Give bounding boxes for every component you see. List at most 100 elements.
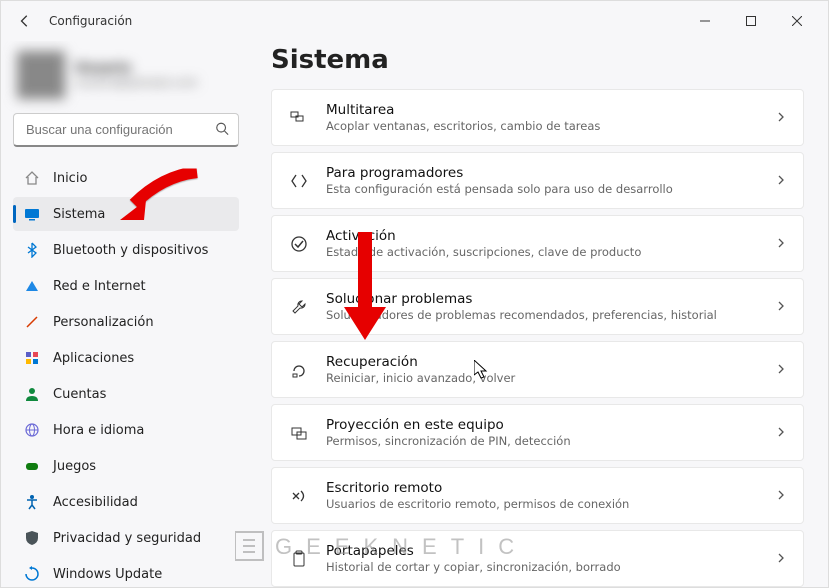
chevron-right-icon [775,234,787,253]
window-controls [682,5,820,37]
chevron-right-icon [775,171,787,190]
chevron-right-icon [775,360,787,379]
setting-title: Solucionar problemas [326,291,759,307]
sidebar-item-label: Accesibilidad [53,495,138,510]
minimize-icon [700,16,710,26]
setting-title: Proyección en este equipo [326,417,759,433]
maximize-icon [746,16,756,26]
accessibility-icon [23,493,41,511]
person-icon [23,385,41,403]
sidebar-item-accesibilidad[interactable]: Accesibilidad [13,485,239,519]
setting-body: ActivaciónEstado de activación, suscripc… [326,228,759,259]
sidebar: Usuario usuario@ejemplo.com Inicio Sistem… [1,41,251,587]
sidebar-item-label: Hora e idioma [53,423,144,438]
sidebar-item-label: Inicio [53,171,87,186]
avatar [17,51,65,99]
devtools-icon [288,170,310,192]
window-title: Configuración [49,14,132,28]
brush-icon [23,313,41,331]
setting-body: Solucionar problemasSolucionadores de pr… [326,291,759,322]
wifi-icon [23,277,41,295]
search-icon [215,121,229,140]
remote-icon [288,485,310,507]
back-icon [18,14,32,28]
sidebar-item-cuentas[interactable]: Cuentas [13,377,239,411]
sidebar-item-label: Red e Internet [53,279,146,294]
setting-body: RecuperaciónReiniciar, inicio avanzado, … [326,354,759,385]
setting-card-activacion[interactable]: ActivaciónEstado de activación, suscripc… [271,215,804,272]
check-icon [288,233,310,255]
globe-icon [23,421,41,439]
close-button[interactable] [774,5,820,37]
bluetooth-icon [23,241,41,259]
sidebar-item-sistema[interactable]: Sistema [13,197,239,231]
setting-description: Usuarios de escritorio remoto, permisos … [326,497,759,511]
search-input[interactable] [13,113,239,147]
update-icon [23,565,41,583]
setting-card-recuperacion[interactable]: RecuperaciónReiniciar, inicio avanzado, … [271,341,804,398]
profile-info: Usuario usuario@ejemplo.com [75,61,198,89]
setting-description: Estado de activación, suscripciones, cla… [326,245,759,259]
settings-window: Configuración Usuario usuario@ejemplo.co… [0,0,829,588]
sidebar-item-label: Sistema [53,207,105,222]
sidebar-item-label: Windows Update [53,567,162,582]
sidebar-item-personalizacion[interactable]: Personalización [13,305,239,339]
sidebar-item-red[interactable]: Red e Internet [13,269,239,303]
setting-card-multitarea[interactable]: MultitareaAcoplar ventanas, escritorios,… [271,89,804,146]
setting-card-remoto[interactable]: Escritorio remotoUsuarios de escritorio … [271,467,804,524]
sidebar-item-bluetooth[interactable]: Bluetooth y dispositivos [13,233,239,267]
apps-icon [23,349,41,367]
sidebar-item-hora[interactable]: Hora e idioma [13,413,239,447]
chevron-right-icon [775,423,787,442]
setting-card-programadores[interactable]: Para programadoresEsta configuración est… [271,152,804,209]
setting-title: Recuperación [326,354,759,370]
setting-description: Acoplar ventanas, escritorios, cambio de… [326,119,759,133]
sidebar-item-label: Personalización [53,315,154,330]
profile-block[interactable]: Usuario usuario@ejemplo.com [13,45,239,113]
back-button[interactable] [9,5,41,37]
setting-description: Permisos, sincronización de PIN, detecci… [326,434,759,448]
page-title: Sistema [271,45,804,75]
setting-description: Historial de cortar y copiar, sincroniza… [326,560,759,574]
wrench-icon [288,296,310,318]
setting-title: Para programadores [326,165,759,181]
close-icon [792,16,802,26]
display-icon [23,205,41,223]
setting-body: PortapapelesHistorial de cortar y copiar… [326,543,759,574]
shield-icon [23,529,41,547]
setting-description: Solucionadores de problemas recomendados… [326,308,759,322]
chevron-right-icon [775,549,787,568]
recovery-icon [288,359,310,381]
sidebar-item-aplicaciones[interactable]: Aplicaciones [13,341,239,375]
sidebar-item-label: Juegos [53,459,96,474]
maximize-button[interactable] [728,5,774,37]
sidebar-item-label: Privacidad y seguridad [53,531,201,546]
sidebar-item-juegos[interactable]: Juegos [13,449,239,483]
setting-card-portapapeles[interactable]: PortapapelesHistorial de cortar y copiar… [271,530,804,587]
main-panel: Sistema MultitareaAcoplar ventanas, escr… [251,41,828,587]
settings-card-list: MultitareaAcoplar ventanas, escritorios,… [271,89,804,587]
setting-body: Para programadoresEsta configuración est… [326,165,759,196]
sidebar-item-update[interactable]: Windows Update [13,557,239,587]
setting-body: Proyección en este equipoPermisos, sincr… [326,417,759,448]
setting-title: Multitarea [326,102,759,118]
sidebar-item-label: Aplicaciones [53,351,134,366]
content-area: Usuario usuario@ejemplo.com Inicio Sistem… [1,41,828,587]
nav-list: Inicio Sistema Bluetooth y dispositivos Red… [13,161,239,587]
setting-body: Escritorio remotoUsuarios de escritorio … [326,480,759,511]
titlebar: Configuración [1,1,828,41]
sidebar-item-label: Cuentas [53,387,106,402]
sidebar-item-privacidad[interactable]: Privacidad y seguridad [13,521,239,555]
profile-name: Usuario [75,61,198,76]
setting-description: Reiniciar, inicio avanzado, volver [326,371,759,385]
profile-email: usuario@ejemplo.com [75,76,198,89]
sidebar-item-label: Bluetooth y dispositivos [53,243,208,258]
chevron-right-icon [775,486,787,505]
search-wrapper [13,113,239,147]
setting-card-proyeccion[interactable]: Proyección en este equipoPermisos, sincr… [271,404,804,461]
windows-icon [288,107,310,129]
setting-card-problemas[interactable]: Solucionar problemasSolucionadores de pr… [271,278,804,335]
setting-description: Esta configuración está pensada solo par… [326,182,759,196]
minimize-button[interactable] [682,5,728,37]
sidebar-item-inicio[interactable]: Inicio [13,161,239,195]
